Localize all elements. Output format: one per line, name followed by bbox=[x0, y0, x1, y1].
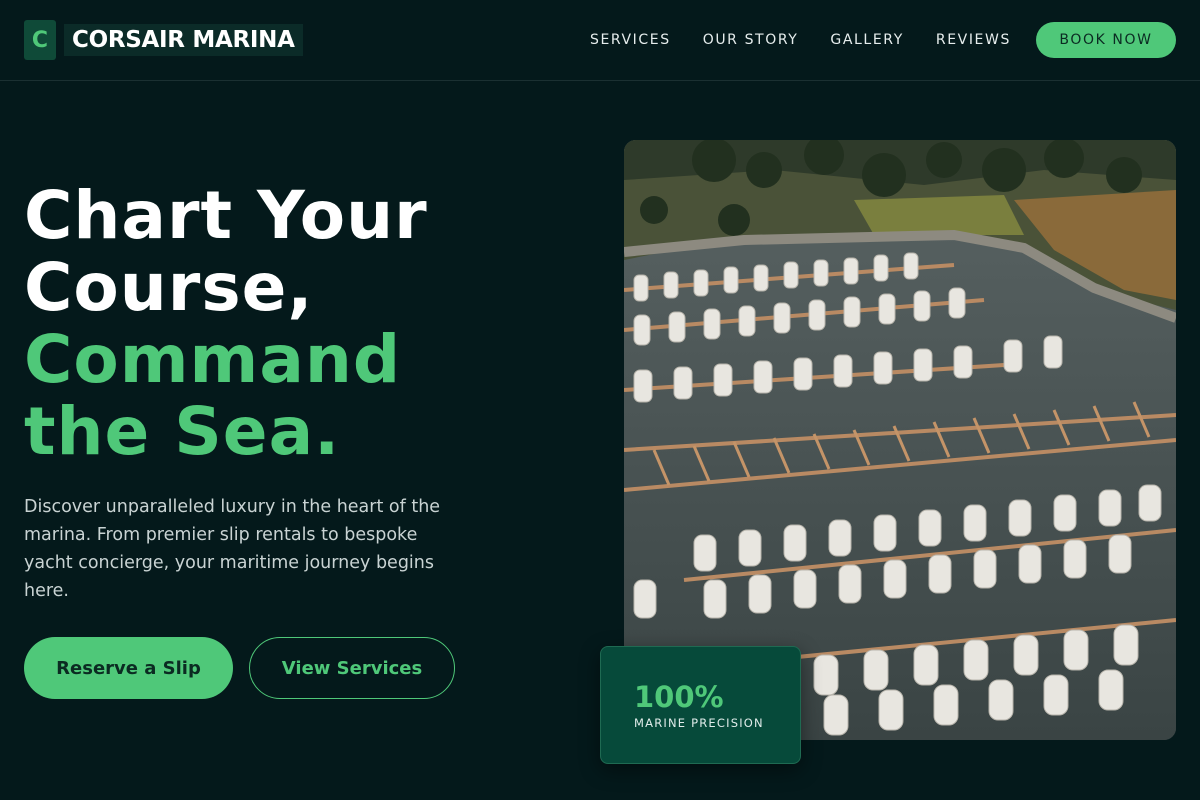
reserve-slip-button[interactable]: Reserve a Slip bbox=[24, 637, 233, 699]
stat-card: 100% MARINE PRECISION bbox=[600, 646, 801, 764]
nav-link-services[interactable]: SERVICES bbox=[590, 30, 671, 50]
logo-text[interactable]: CORSAIR MARINA bbox=[64, 24, 303, 56]
logo-mark[interactable]: C bbox=[24, 20, 56, 60]
hero-description: Discover unparalleled luxury in the hear… bbox=[24, 497, 441, 601]
nav-link-our-story[interactable]: OUR STORY bbox=[703, 30, 799, 50]
headline-line-1: Chart Your bbox=[24, 177, 428, 254]
headline-line-3: Command bbox=[24, 321, 402, 398]
nav-link-reviews[interactable]: REVIEWS bbox=[936, 30, 1011, 50]
stat-label: MARINE PRECISION bbox=[634, 716, 764, 730]
headline-line-4: the Sea. bbox=[24, 393, 341, 470]
nav-link-gallery[interactable]: GALLERY bbox=[830, 30, 903, 50]
book-now-button[interactable]: BOOK NOW bbox=[1036, 22, 1176, 58]
stat-value: 100% bbox=[634, 680, 724, 714]
headline-line-2: Course, bbox=[24, 249, 314, 326]
hero-headline: Chart Your Course, Command the Sea. bbox=[24, 180, 428, 468]
top-navigation: C CORSAIR MARINA SERVICES OUR STORY GALL… bbox=[0, 0, 1200, 81]
view-services-button[interactable]: View Services bbox=[249, 637, 455, 699]
nav-links: SERVICES OUR STORY GALLERY REVIEWS bbox=[590, 30, 1043, 50]
